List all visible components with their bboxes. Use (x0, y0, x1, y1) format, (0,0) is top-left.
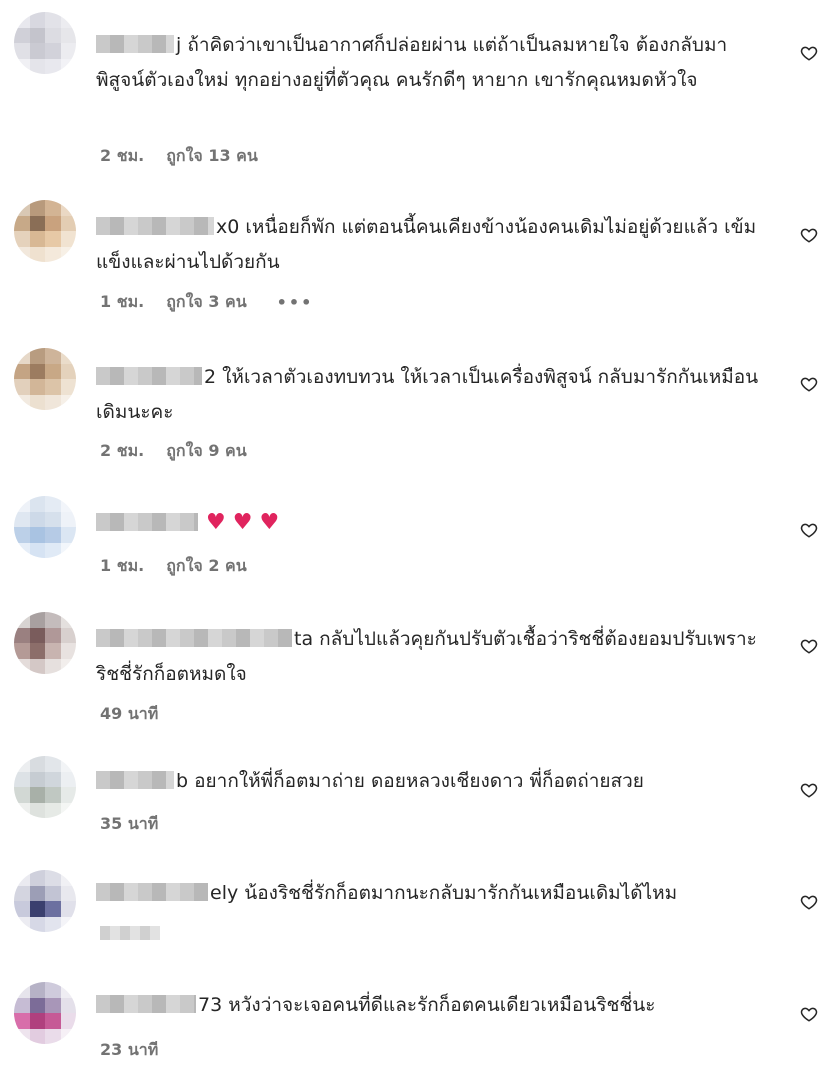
comment-time[interactable]: 1 ชม. (100, 290, 144, 315)
username-tail[interactable]: ely (210, 882, 238, 904)
comment-body: ta กลับไปแล้วคุยกันปรับตัวเชื้อว่าริชชี่… (96, 622, 766, 692)
like-count[interactable]: ถูกใจ 9 คน (166, 439, 246, 464)
comment-body: 2 ให้เวลาตัวเองทบทวน ให้เวลาเป็นเครื่องพ… (96, 360, 766, 430)
username-blurred[interactable] (96, 35, 174, 53)
username-tail[interactable]: x0 (216, 216, 239, 238)
avatar[interactable] (14, 496, 76, 558)
username-blurred[interactable] (96, 513, 198, 531)
like-count[interactable]: ถูกใจ 13 คน (166, 144, 258, 169)
comment-time[interactable]: 2 ชม. (100, 439, 144, 464)
comment-time[interactable]: 2 ชม. (100, 144, 144, 169)
comment-meta: 23 นาที (100, 1038, 158, 1063)
comment-time[interactable]: 35 นาที (100, 812, 158, 837)
avatar[interactable] (14, 12, 76, 74)
like-count[interactable]: ถูกใจ 3 คน (166, 290, 246, 315)
username-blurred[interactable] (96, 217, 214, 235)
comment-meta: 49 นาที (100, 702, 158, 727)
avatar[interactable] (14, 756, 76, 818)
comment-meta: 35 นาที (100, 812, 158, 837)
username-blurred[interactable] (96, 367, 202, 385)
comment-text: ถ้าคิดว่าเขาเป็นอากาศก็ปล่อยผ่าน แต่ถ้าเ… (96, 34, 728, 91)
heart-outline-icon[interactable] (800, 375, 818, 393)
comment-time[interactable]: 23 นาที (100, 1038, 158, 1063)
comment-text: น้องริชชี่รักก็อตมากนะกลับมารักกันเหมือน… (244, 882, 678, 904)
heart-outline-icon[interactable] (800, 1005, 818, 1023)
username-blurred[interactable] (96, 995, 196, 1013)
comment-meta: 1 ชม. ถูกใจ 2 คน (100, 554, 247, 579)
more-options-icon[interactable]: ••• (277, 293, 314, 312)
username-tail[interactable]: 73 (198, 994, 222, 1016)
username-blurred[interactable] (96, 629, 292, 647)
comment-meta: 2 ชม. ถูกใจ 9 คน (100, 439, 247, 464)
avatar[interactable] (14, 348, 76, 410)
username-tail[interactable]: 2 (204, 366, 216, 388)
comment-text: อยากให้พี่ก็อตมาถ่าย ดอยหลวงเชียงดาว พี่… (194, 770, 644, 792)
like-count[interactable]: ถูกใจ 2 คน (166, 554, 246, 579)
comment-meta: 1 ชม. ถูกใจ 3 คน ••• (100, 290, 313, 315)
comment-body: 73 หวังว่าจะเจอคนที่ดีและรักก็อตคนเดียวเ… (96, 988, 766, 1023)
avatar[interactable] (14, 612, 76, 674)
heart-outline-icon[interactable] (800, 781, 818, 799)
comment-meta (100, 926, 160, 940)
heart-emoji: ♥ ♥ ♥ (206, 510, 280, 535)
username-blurred[interactable] (96, 771, 174, 789)
comment-body: j ถ้าคิดว่าเขาเป็นอากาศก็ปล่อยผ่าน แต่ถ้… (96, 28, 766, 98)
comment-text: หวังว่าจะเจอคนที่ดีและรักก็อตคนเดียวเหมื… (228, 994, 656, 1016)
heart-outline-icon[interactable] (800, 521, 818, 539)
username-tail[interactable]: ta (294, 628, 313, 650)
comment-body: x0 เหนื่อยก็พัก แต่ตอนนี้คนเคียงข้างน้อง… (96, 210, 766, 280)
heart-outline-icon[interactable] (800, 44, 818, 62)
username-tail[interactable]: b (176, 770, 188, 792)
comment-time[interactable]: 1 ชม. (100, 554, 144, 579)
heart-outline-icon[interactable] (800, 226, 818, 244)
username-tail[interactable]: j (176, 34, 181, 56)
heart-outline-icon[interactable] (800, 637, 818, 655)
heart-outline-icon[interactable] (800, 893, 818, 911)
comment-body: b อยากให้พี่ก็อตมาถ่าย ดอยหลวงเชียงดาว พ… (96, 764, 766, 799)
comment-body: ely น้องริชชี่รักก็อตมากนะกลับมารักกันเห… (96, 876, 766, 911)
avatar[interactable] (14, 200, 76, 262)
comment-meta: 2 ชม. ถูกใจ 13 คน (100, 144, 258, 169)
avatar[interactable] (14, 870, 76, 932)
comment-body: ♥ ♥ ♥ (96, 505, 766, 541)
comment-time[interactable]: 49 นาที (100, 702, 158, 727)
username-blurred[interactable] (96, 883, 208, 901)
comment-time-blurred[interactable] (100, 926, 160, 940)
avatar[interactable] (14, 982, 76, 1044)
